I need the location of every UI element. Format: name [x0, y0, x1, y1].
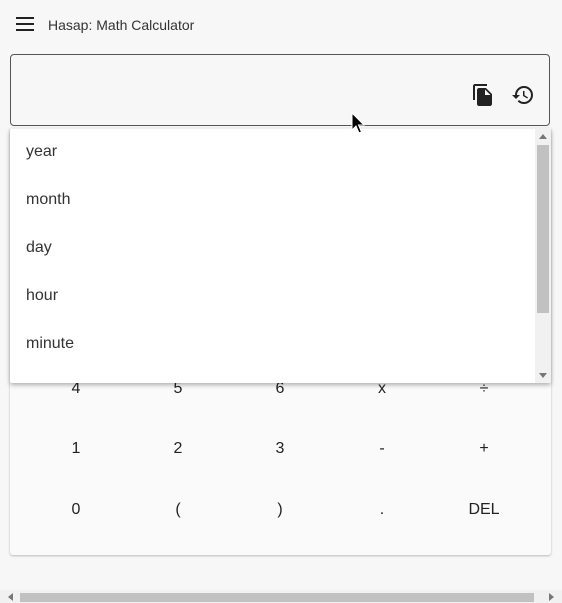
- key-decimal[interactable]: .: [332, 485, 432, 535]
- content-paste-icon[interactable]: [471, 83, 497, 109]
- key-close-paren[interactable]: ): [230, 485, 330, 535]
- expression-field[interactable]: [10, 54, 550, 126]
- key-0[interactable]: 0: [26, 485, 126, 535]
- dropdown-scrollbar-thumb[interactable]: [537, 145, 549, 313]
- unit-dropdown-menu: year month day hour minute: [10, 129, 551, 383]
- key-2[interactable]: 2: [128, 424, 228, 474]
- dropdown-scrollbar[interactable]: [535, 129, 551, 383]
- app-bar: Hasap: Math Calculator: [0, 0, 562, 50]
- hamburger-menu-icon[interactable]: [16, 17, 34, 31]
- key-minus[interactable]: -: [332, 424, 432, 474]
- key-plus[interactable]: +: [434, 424, 534, 474]
- key-3[interactable]: 3: [230, 424, 330, 474]
- dropdown-item-hour[interactable]: hour: [10, 272, 535, 320]
- history-icon[interactable]: [511, 83, 537, 109]
- scroll-left-arrow-icon[interactable]: [8, 593, 13, 601]
- app-title: Hasap: Math Calculator: [48, 17, 195, 33]
- horizontal-scrollbar[interactable]: [0, 590, 562, 603]
- expression-input[interactable]: [25, 77, 459, 105]
- key-1[interactable]: 1: [26, 424, 126, 474]
- scroll-down-arrow-icon[interactable]: [539, 373, 547, 378]
- horizontal-scrollbar-thumb[interactable]: [20, 593, 534, 602]
- scroll-up-arrow-icon[interactable]: [539, 134, 547, 139]
- scroll-right-arrow-icon[interactable]: [549, 593, 554, 601]
- mouse-pointer-icon: [351, 112, 366, 134]
- key-delete[interactable]: DEL: [434, 485, 534, 535]
- dropdown-item-day[interactable]: day: [10, 224, 535, 272]
- dropdown-item-minute[interactable]: minute: [10, 320, 535, 368]
- key-open-paren[interactable]: (: [128, 485, 228, 535]
- dropdown-item-month[interactable]: month: [10, 176, 535, 224]
- dropdown-item-year[interactable]: year: [10, 129, 535, 176]
